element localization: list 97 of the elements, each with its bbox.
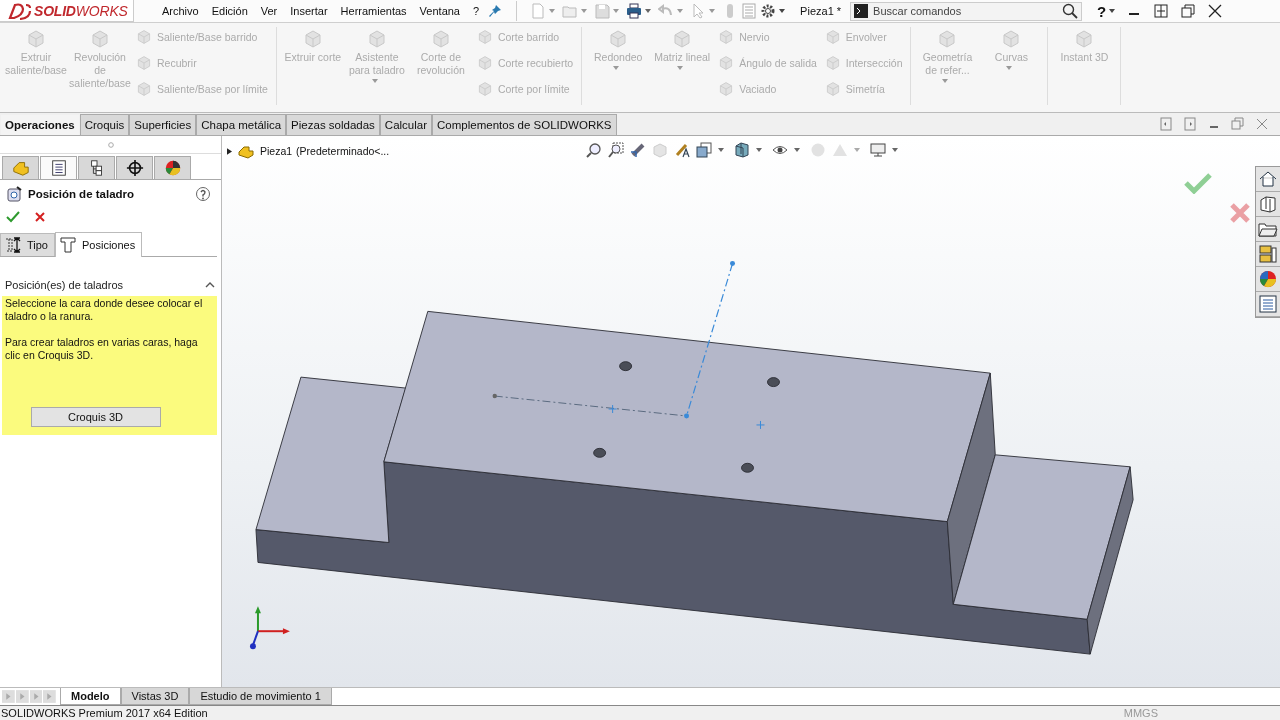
menu-item[interactable]: Herramientas [335, 5, 412, 17]
splitter-handle[interactable] [107, 141, 114, 148]
expand-arrow-icon[interactable] [227, 147, 232, 155]
help-icon[interactable] [195, 186, 211, 202]
command-tab[interactable]: Croquis [79, 114, 130, 135]
gear-icon[interactable] [760, 3, 777, 19]
cube-icon [136, 81, 152, 97]
sketch-3d-button[interactable]: Croquis 3D [30, 407, 161, 427]
counterbore-icon [59, 236, 77, 254]
cube-icon [476, 29, 493, 45]
cube-icon [302, 29, 323, 49]
property-manager-title: Posición de taladro [28, 188, 135, 200]
caret-icon[interactable] [756, 148, 762, 152]
command-tab[interactable]: Superficies [129, 114, 197, 135]
caret-icon[interactable] [794, 148, 800, 152]
command-tab[interactable]: Chapa metálica [196, 114, 287, 135]
zoom-fit-icon[interactable] [586, 142, 602, 158]
menu-item[interactable]: Ventana [414, 5, 465, 17]
menu-item[interactable]: Ver [255, 5, 283, 17]
restore-icon[interactable] [1181, 4, 1196, 18]
property-tab[interactable]: Tipo [0, 233, 55, 256]
cube-icon [718, 29, 735, 45]
cube-icon [824, 55, 841, 71]
cube-icon [90, 29, 110, 49]
menu-item[interactable]: Archivo [157, 5, 204, 17]
axis-triad-drawing [249, 606, 290, 650]
previous-view-icon[interactable] [630, 142, 646, 158]
solidworks-logo[interactable]: SOLIDWORKS [0, 0, 134, 22]
caret-icon[interactable] [645, 9, 652, 13]
search-icon[interactable] [1062, 2, 1079, 19]
tile-icon[interactable] [1154, 4, 1169, 18]
caret-icon[interactable] [1109, 9, 1116, 13]
part-name[interactable]: Pieza1 [260, 145, 293, 157]
help-button[interactable]: ? [1097, 2, 1107, 20]
cube-icon [136, 55, 152, 71]
panel-tab[interactable] [154, 156, 191, 179]
cube-icon [430, 29, 451, 49]
message-text: Seleccione la cara donde desee colocar el taladro o la ranura. [5, 297, 204, 323]
dimension-icon [4, 236, 22, 254]
collapse-icon[interactable] [205, 282, 215, 288]
properties-list-icon[interactable] [1256, 292, 1280, 317]
cube-icon [26, 29, 46, 49]
message-text: Para crear taladros en varias caras, haga clic en Croquis 3D. [5, 336, 199, 362]
view-cube-icon[interactable] [696, 142, 712, 158]
search-field[interactable]: Buscar comandos [850, 1, 1083, 21]
caret-icon[interactable] [779, 9, 786, 13]
panel-tab[interactable] [116, 156, 153, 179]
check-icon[interactable] [1184, 172, 1212, 194]
zoom-area-icon[interactable] [608, 142, 624, 158]
view-palette-icon[interactable] [1256, 242, 1280, 267]
configuration-name: (Predeterminado<... [296, 145, 390, 157]
menu-item[interactable]: Insertar [285, 5, 333, 17]
cube-icon [824, 81, 841, 97]
drill-hole-icon [6, 186, 22, 202]
cube-icon [476, 55, 493, 71]
document-title: Pieza1 * [800, 5, 842, 17]
crosshair-icon [125, 159, 144, 177]
pin-icon[interactable] [487, 3, 504, 19]
cube-icon [718, 55, 735, 71]
cube-icon [1074, 29, 1095, 49]
cube-icon [937, 29, 958, 49]
panel-tab[interactable] [78, 156, 115, 179]
cube-icon [136, 29, 152, 45]
cube-icon [476, 81, 493, 97]
command-tab[interactable]: Piezas soldadas [286, 114, 380, 135]
status-text: SOLIDWORKS Premium 2017 x64 Edition [1, 707, 208, 719]
close-icon[interactable] [1208, 4, 1223, 18]
caret-icon[interactable] [718, 148, 724, 152]
panel-tab[interactable] [40, 156, 77, 179]
model-view-tab[interactable]: Estudio de movimiento 1 [189, 688, 332, 705]
check-icon[interactable] [6, 210, 20, 224]
display-style-icon[interactable] [734, 142, 750, 158]
monitor-icon[interactable] [870, 142, 886, 158]
cube-icon [824, 29, 841, 45]
section-title: Posición(es) de taladros [5, 279, 123, 291]
list-icon [49, 159, 68, 177]
part-icon [11, 159, 30, 177]
command-tab[interactable]: Calcular [379, 114, 433, 135]
caret-icon[interactable] [892, 148, 898, 152]
cube-icon [608, 29, 629, 49]
command-tab[interactable]: Operaciones [0, 114, 80, 135]
menu-item[interactable]: Edición [206, 5, 253, 17]
printer-icon[interactable] [626, 3, 643, 19]
menu-item[interactable]: ? [468, 5, 485, 17]
cube-icon [366, 29, 387, 49]
cube-icon [718, 81, 735, 97]
model-view-tab[interactable]: Modelo [60, 688, 121, 705]
cube-icon [672, 29, 693, 49]
property-tab[interactable]: Posiciones [55, 232, 143, 257]
tab-scroll-icon[interactable] [29, 690, 43, 703]
command-tab[interactable]: Complementos de SOLIDWORKS [432, 114, 617, 135]
cube-icon [1001, 29, 1022, 49]
annotation-view-icon[interactable] [674, 142, 690, 158]
model-view-tab[interactable]: Vistas 3D [120, 688, 190, 705]
tab-scroll-icon[interactable] [15, 690, 29, 703]
part-icon [238, 143, 254, 159]
color-wheel-icon [163, 159, 182, 177]
